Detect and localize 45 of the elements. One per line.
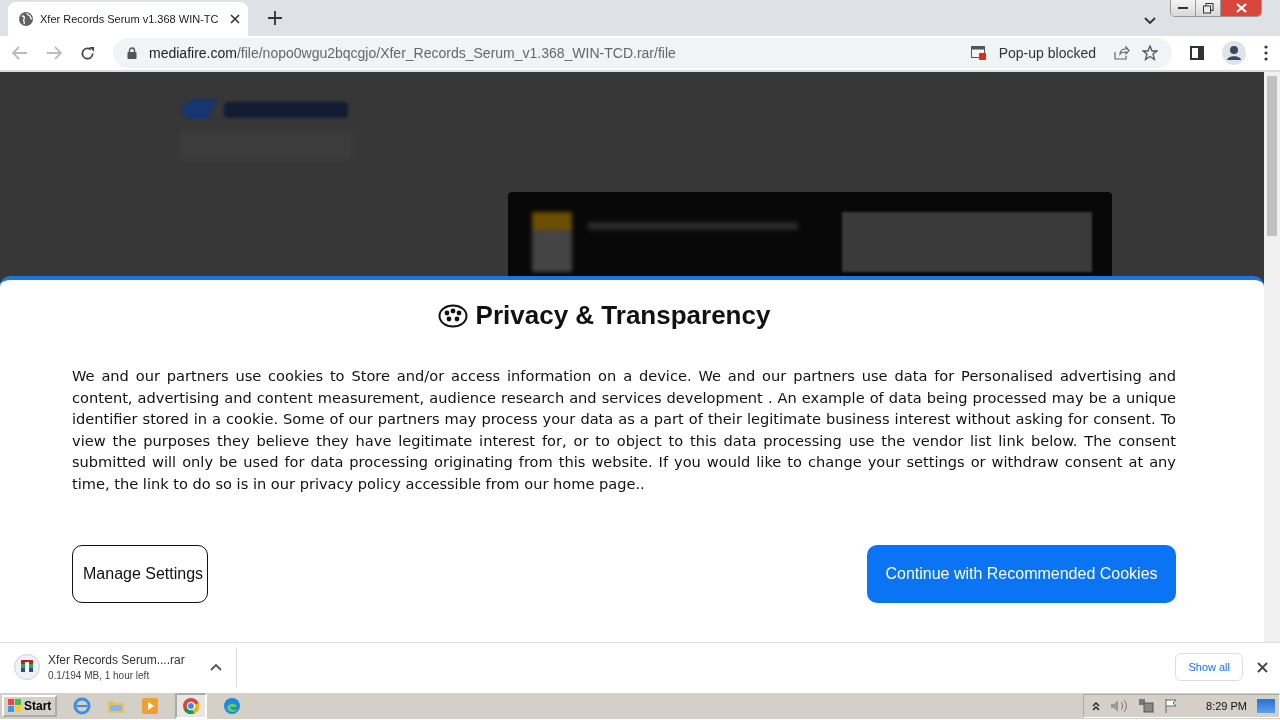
clock: 8:29 PM <box>1206 700 1247 712</box>
download-file-name: Xfer Records Serum....rar <box>48 653 186 667</box>
popup-blocked-text[interactable]: Pop-up blocked <box>998 45 1096 61</box>
new-tab-icon[interactable] <box>268 11 282 25</box>
profile-icon[interactable] <box>1222 41 1246 65</box>
menu-icon[interactable] <box>1264 45 1268 61</box>
browser-tab[interactable]: Xfer Records Serum v1.368 WIN-TC <box>8 2 248 36</box>
show-hidden-icons[interactable] <box>1092 701 1101 711</box>
minimize-icon <box>1178 6 1188 10</box>
share-icon[interactable] <box>1114 46 1130 60</box>
chevron-up-icon[interactable] <box>210 663 222 671</box>
cookie-icon <box>437 303 468 328</box>
windows-logo-icon <box>8 699 22 713</box>
chrome-taskbar-button[interactable] <box>175 693 208 719</box>
restore-button[interactable] <box>1196 0 1221 16</box>
close-window-button[interactable] <box>1221 0 1261 16</box>
minimize-button[interactable] <box>1171 0 1196 16</box>
blurred-file-icon <box>532 212 572 272</box>
settings-button[interactable]: Manage Settings <box>72 544 208 603</box>
lock-icon <box>127 47 137 59</box>
network-icon[interactable] <box>1138 698 1155 714</box>
url-text: mediafire.com/file/nopo0wgu2bqcgjo/Xfer_Records_Serum_v1.368_WIN-TCD.rar/file <box>149 45 676 61</box>
reload-icon[interactable] <box>80 45 95 61</box>
star-icon[interactable] <box>1142 45 1158 61</box>
close-icon[interactable] <box>230 14 240 24</box>
address-bar[interactable]: mediafire.com/file/nopo0wgu2bqcgjo/Xfer_Records_Serum_v1.368_WIN-TCD.rar/file Pop-up blocked <box>113 38 1172 68</box>
side-panel-icon[interactable] <box>1190 46 1204 60</box>
flag-icon[interactable] <box>1164 698 1179 714</box>
close-icon <box>1235 3 1247 13</box>
chevron-down-icon[interactable] <box>1144 17 1156 25</box>
chrome-icon <box>182 697 201 715</box>
dialog-title: Privacy & Transparency <box>475 300 771 331</box>
popup-blocked-icon[interactable] <box>970 46 987 60</box>
accept-button[interactable]: Continue with Recommended Cookies <box>867 544 1176 603</box>
consent-text: We and our partners use cookies to Store and/or access information on a device. We and our partners use data for Personalised advertising and content, advertising and content measurement, audience research and services development . An example of data being processed may be a unique identifier stored in a cookie. Some of our partners may process your data as a part of their legitimate business interest without asking for consent. To view the purposes they believe they have legitimate interest for, or to object to this data processing use the vendor list link below. The consent submitted will only be used for data processing originating from this website. If you would like to change your settings or withdraw consent at any time, the link to do so is in our privacy policy accessible from our home page.. <box>72 366 1176 494</box>
start-button[interactable]: Start <box>2 695 58 717</box>
archive-icon <box>14 654 40 680</box>
download-item[interactable]: Xfer Records Serum....rar 0.1/194 MB, 1 hour left <box>14 647 237 687</box>
restore-icon <box>1202 2 1214 14</box>
scrollbar[interactable] <box>1264 72 1280 642</box>
download-status: 0.1/194 MB, 1 hour left <box>48 670 151 681</box>
tab-title: Xfer Records Serum v1.368 WIN-TC <box>40 13 220 25</box>
globe-icon <box>18 11 34 27</box>
close-icon[interactable] <box>1257 661 1268 673</box>
show-all-button[interactable]: Show all <box>1175 653 1243 681</box>
